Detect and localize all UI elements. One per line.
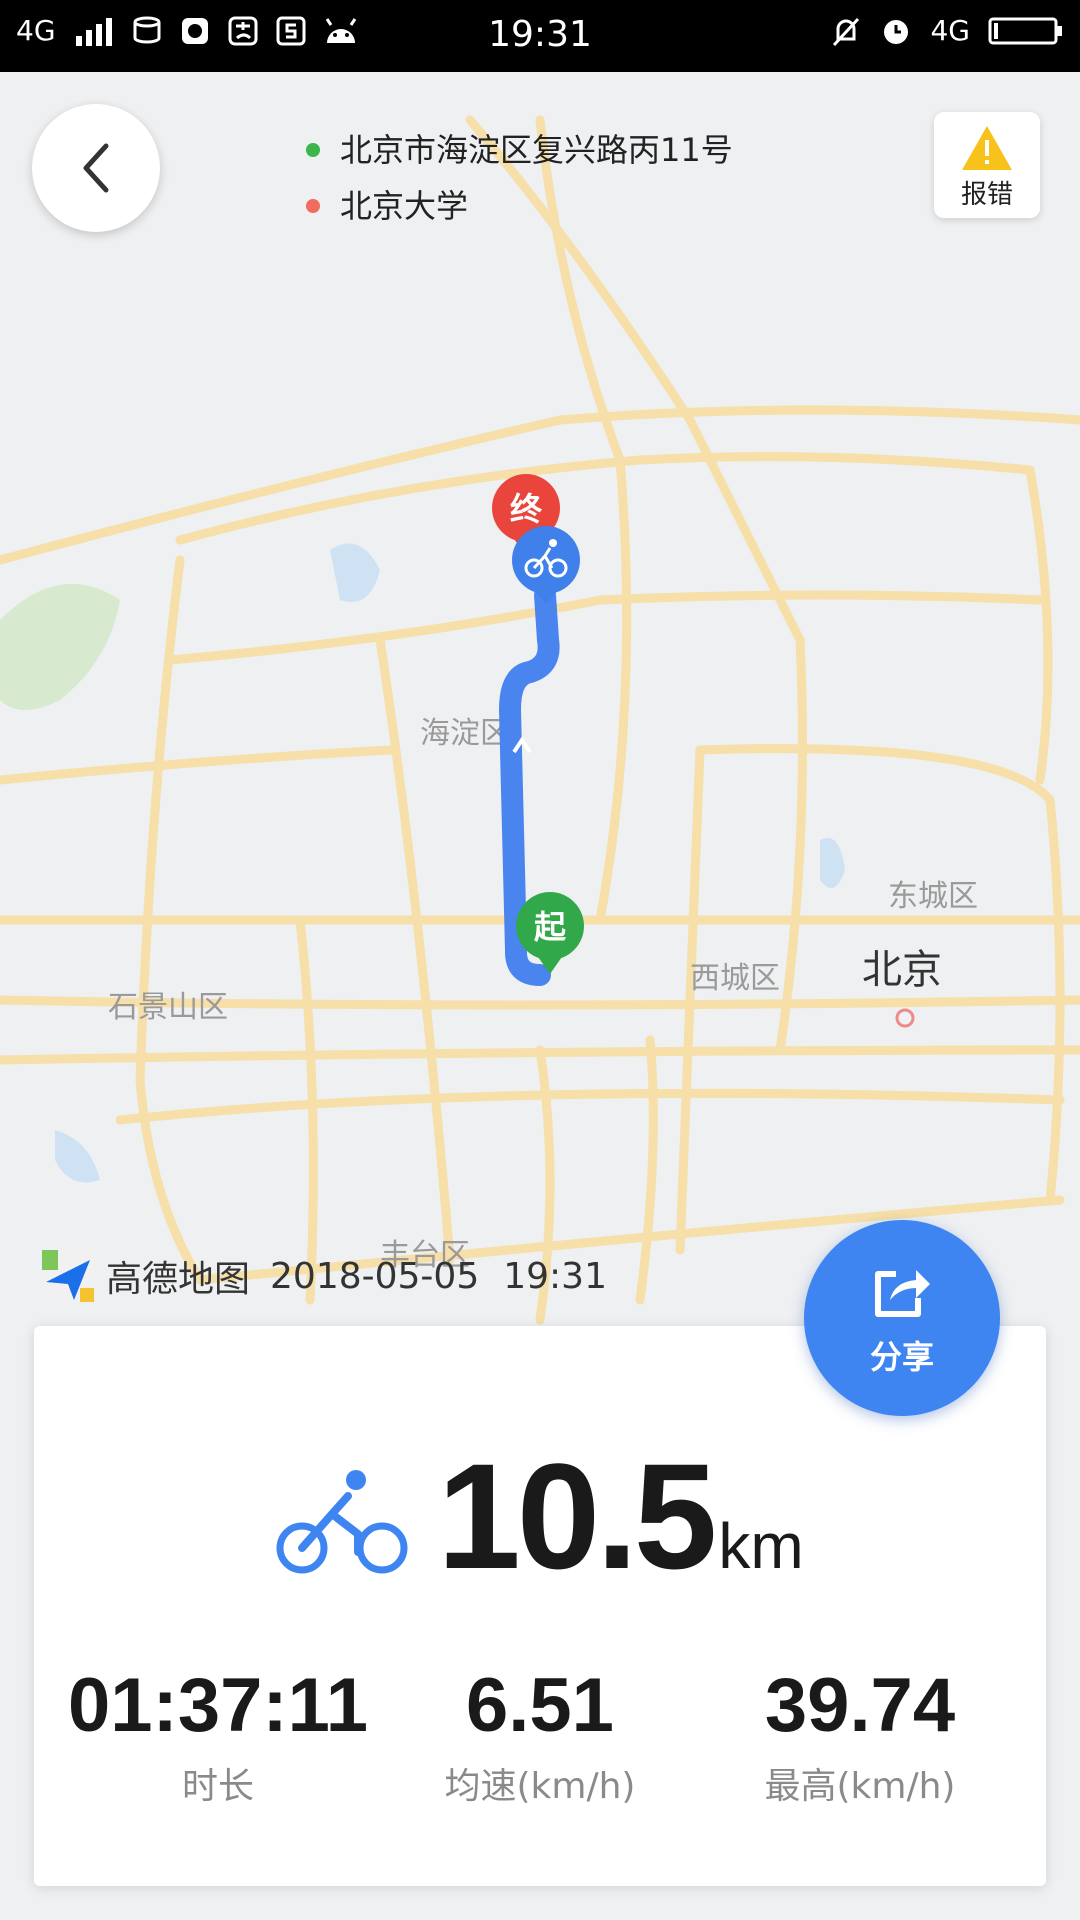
start-address: 北京市海淀区复兴路丙11号 xyxy=(340,131,733,169)
distance-unit: km xyxy=(718,1510,804,1582)
route-addresses: 北京市海淀区复兴路丙11号 北京大学 xyxy=(306,122,733,234)
map-label-shijingshan: 石景山区 xyxy=(108,991,228,1024)
end-marker-label: 终 xyxy=(510,491,543,527)
map-watermark: 高德地图 2018-05-05 19:31 xyxy=(40,1248,607,1304)
share-icon xyxy=(875,1270,930,1317)
watermark-brand: 高德地图 xyxy=(106,1259,251,1300)
distance-display: 10.5 km xyxy=(34,1430,1046,1603)
map-label-dongcheng: 东城区 xyxy=(888,880,978,913)
stat-duration-value: 01:37:11 xyxy=(67,1663,369,1748)
report-error-label: 报错 xyxy=(960,180,1013,210)
map-label-xicheng: 西城区 xyxy=(690,962,780,995)
alarm-icon xyxy=(884,19,909,44)
watermark-time: 19:31 xyxy=(503,1255,607,1297)
bicycle-icon xyxy=(276,1470,408,1574)
amap-logo-icon xyxy=(42,1250,94,1302)
stat-max-speed-label: 最高(km/h) xyxy=(764,1766,956,1807)
end-address-row: 北京大学 xyxy=(306,178,733,234)
stat-max-speed: 39.74 最高(km/h) xyxy=(700,1662,1020,1809)
stat-duration: 01:37:11 时长 xyxy=(58,1662,378,1809)
map-label-haidian: 海淀区 xyxy=(420,717,510,750)
status-right: 4G xyxy=(830,14,1064,47)
end-address: 北京大学 xyxy=(340,187,469,225)
network-label-right: 4G xyxy=(930,14,970,47)
status-bar: 4G 19:31 4G xyxy=(0,0,1080,72)
start-dot-icon xyxy=(306,143,320,157)
distance-value: 10.5 xyxy=(437,1432,717,1600)
chevron-left-icon xyxy=(83,143,109,193)
battery-icon xyxy=(988,17,1062,44)
mute-bell-icon xyxy=(833,17,860,46)
stat-max-speed-value: 39.74 xyxy=(764,1663,956,1748)
share-label: 分享 xyxy=(869,1338,934,1376)
end-dot-icon xyxy=(306,199,320,213)
stat-avg-speed: 6.51 均速(km/h) xyxy=(380,1662,700,1809)
start-address-row: 北京市海淀区复兴路丙11号 xyxy=(306,122,733,178)
share-button[interactable]: 分享 xyxy=(804,1220,1000,1416)
warning-icon xyxy=(962,126,1012,170)
stat-duration-label: 时长 xyxy=(181,1766,254,1807)
watermark-date: 2018-05-05 xyxy=(270,1255,480,1297)
stat-avg-speed-label: 均速(km/h) xyxy=(444,1766,636,1807)
back-button[interactable] xyxy=(32,104,160,232)
stat-avg-speed-value: 6.51 xyxy=(466,1663,614,1748)
report-error-button[interactable]: 报错 xyxy=(934,112,1040,218)
start-marker-label: 起 xyxy=(534,909,567,945)
map-label-beijing: 北京 xyxy=(862,948,942,992)
